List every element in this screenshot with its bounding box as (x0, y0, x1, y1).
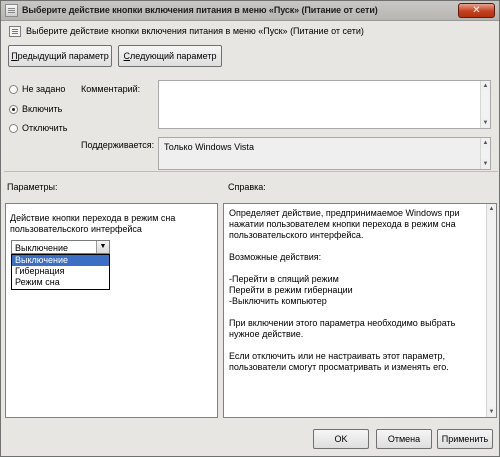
dropdown-option-hibernate[interactable]: Гибернация (12, 266, 109, 277)
policy-settings-icon (5, 4, 18, 17)
supported-on-field: Только Windows Vista ▲ ▼ (158, 137, 491, 170)
title-bar[interactable]: Выберите действие кнопки включения питан… (1, 1, 499, 21)
supported-value: Только Windows Vista (164, 142, 254, 152)
select-value: Выключение (15, 243, 69, 253)
radio-label-enabled: Включить (22, 104, 63, 114)
power-action-dropdown-list[interactable]: Выключение Гибернация Режим сна (11, 254, 110, 290)
help-paragraph: При включении этого параметра необходимо… (229, 318, 456, 339)
scroll-up-icon[interactable]: ▲ (481, 138, 490, 148)
scroll-down-icon[interactable]: ▼ (481, 159, 490, 169)
next-setting-button[interactable]: Следующий параметр (118, 45, 222, 67)
help-panel: Определяет действие, предпринимаемое Win… (223, 203, 497, 418)
comment-scrollbar[interactable]: ▲ ▼ (480, 81, 490, 128)
previous-setting-button[interactable]: Предыдущий параметр (8, 45, 112, 67)
comment-textarea[interactable]: ▲ ▼ (158, 80, 491, 129)
power-action-select[interactable]: Выключение ▼ (11, 240, 110, 254)
cancel-button[interactable]: Отмена (376, 429, 432, 449)
radio-label-not-configured: Не задано (22, 84, 66, 94)
chevron-down-icon[interactable]: ▼ (96, 241, 109, 253)
scroll-up-icon[interactable]: ▲ (481, 81, 490, 91)
dropdown-option-shutdown[interactable]: Выключение (12, 255, 109, 266)
scroll-up-icon[interactable]: ▲ (487, 204, 496, 214)
section-divider (4, 171, 498, 172)
window-title: Выберите действие кнопки включения питан… (22, 5, 378, 15)
help-section-label: Справка: (228, 182, 266, 192)
help-text: Определяет действие, предпринимаемое Win… (229, 208, 484, 384)
help-paragraph: Возможные действия: (229, 252, 322, 262)
policy-dialog-window: Выберите действие кнопки включения питан… (0, 0, 500, 457)
setting-name: Выберите действие кнопки включения питан… (26, 26, 364, 36)
radio-circle[interactable] (9, 105, 18, 114)
comment-label: Комментарий: (81, 84, 141, 94)
policy-setting-icon (9, 26, 21, 37)
dropdown-option-sleep[interactable]: Режим сна (12, 277, 109, 288)
radio-label-disabled: Отключить (22, 123, 68, 133)
apply-button[interactable]: Применить (437, 429, 493, 449)
options-panel: Действие кнопки перехода в режим сна пол… (5, 203, 218, 418)
option-description: Действие кнопки перехода в режим сна пол… (10, 213, 176, 234)
next-setting-label: ледующий параметр (130, 51, 217, 61)
options-section-label: Параметры: (7, 182, 58, 192)
previous-setting-label: редыдущий параметр (17, 51, 109, 61)
supported-scrollbar[interactable]: ▲ ▼ (480, 138, 490, 169)
scroll-down-icon[interactable]: ▼ (481, 118, 490, 128)
close-button[interactable]: ✕ (458, 3, 495, 18)
help-paragraph: Если отключить или не настраивать этот п… (229, 351, 449, 372)
help-scrollbar[interactable]: ▲ ▼ (486, 204, 496, 417)
scroll-down-icon[interactable]: ▼ (487, 407, 496, 417)
ok-button[interactable]: OK (313, 429, 369, 449)
supported-label: Поддерживается: (81, 140, 155, 150)
help-paragraph: Определяет действие, предпринимаемое Win… (229, 208, 460, 240)
radio-circle[interactable] (9, 85, 18, 94)
help-paragraph: -Перейти в спящий режим Перейти в режим … (229, 274, 353, 306)
radio-circle[interactable] (9, 124, 18, 133)
